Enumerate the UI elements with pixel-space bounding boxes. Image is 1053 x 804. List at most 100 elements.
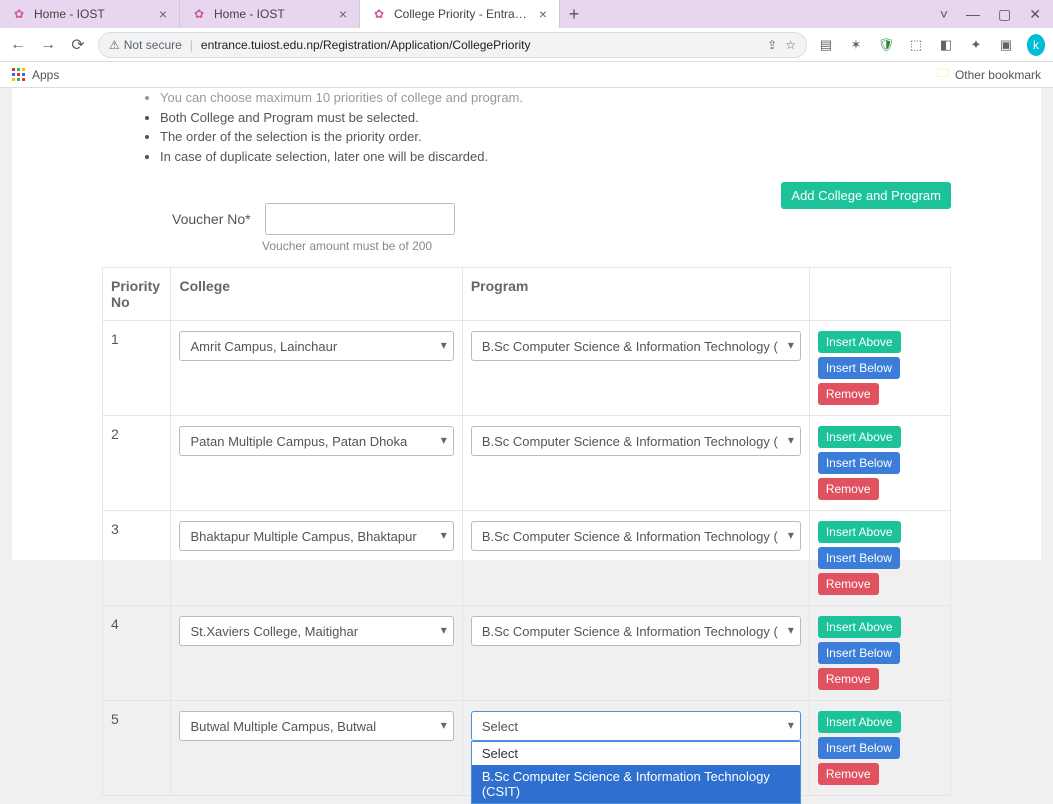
- insert-above-button[interactable]: Insert Above: [818, 426, 901, 448]
- table-row: 1 Amrit Campus, Lainchaur B.Sc Computer Sc…: [103, 321, 951, 416]
- insert-below-button[interactable]: Insert Below: [818, 642, 900, 664]
- program-select[interactable]: Select: [471, 711, 801, 741]
- tab-title: College Priority - Entrance Regis: [394, 7, 531, 21]
- college-cell: Amrit Campus, Lainchaur: [171, 321, 462, 416]
- dropdown-option[interactable]: Select: [472, 742, 800, 765]
- bookmarks-bar: Apps 🗀 Other bookmark: [0, 62, 1053, 88]
- apps-shortcut[interactable]: Apps: [12, 68, 59, 82]
- table-row: 2 Patan Multiple Campus, Patan Dhoka B.Sc …: [103, 416, 951, 511]
- table-row: 5 Butwal Multiple Campus, Butwal SelectSel…: [103, 701, 951, 796]
- insert-below-button[interactable]: Insert Below: [818, 737, 900, 759]
- remove-button[interactable]: Remove: [818, 383, 879, 405]
- college-cell: Butwal Multiple Campus, Butwal: [171, 701, 462, 796]
- priority-cell: 1: [103, 321, 171, 416]
- insert-below-button[interactable]: Insert Below: [818, 547, 900, 569]
- actions-cell: Insert Above Insert Below Remove: [809, 606, 950, 701]
- other-bookmarks[interactable]: 🗀 Other bookmark: [937, 64, 1041, 85]
- dropdown-option[interactable]: B.Sc Computer Science & Information Tech…: [472, 765, 800, 803]
- security-label: Not secure: [124, 38, 182, 52]
- priority-cell: 4: [103, 606, 171, 701]
- program-select[interactable]: B.Sc Computer Science & Information Tech…: [471, 616, 801, 646]
- security-indicator: ⚠ Not secure: [109, 38, 182, 52]
- tab-title: Home - IOST: [214, 7, 331, 21]
- priority-cell: 5: [103, 701, 171, 796]
- tabs-icon[interactable]: ▣: [997, 37, 1015, 53]
- program-select[interactable]: B.Sc Computer Science & Information Tech…: [471, 331, 801, 361]
- remove-button[interactable]: Remove: [818, 573, 879, 595]
- program-dropdown-list[interactable]: SelectB.Sc Computer Science & Informatio…: [471, 741, 801, 804]
- voucher-input[interactable]: [265, 203, 455, 235]
- extension-icon[interactable]: ◧: [937, 37, 955, 53]
- back-button[interactable]: ←: [8, 36, 28, 54]
- insert-above-button[interactable]: Insert Above: [818, 521, 901, 543]
- college-select[interactable]: Patan Multiple Campus, Patan Dhoka: [179, 426, 453, 456]
- college-select[interactable]: Bhaktapur Multiple Campus, Bhaktapur: [179, 521, 453, 551]
- instructions-block: You can choose maximum 10 priorities of …: [12, 88, 1041, 176]
- tab-title: Home - IOST: [34, 7, 151, 21]
- col-program: Program: [462, 268, 809, 321]
- insert-below-button[interactable]: Insert Below: [818, 357, 900, 379]
- col-actions: [809, 268, 950, 321]
- insert-above-button[interactable]: Insert Above: [818, 616, 901, 638]
- close-icon[interactable]: ×: [539, 6, 547, 22]
- folder-icon: 🗀: [937, 64, 949, 85]
- college-select[interactable]: Amrit Campus, Lainchaur: [179, 331, 453, 361]
- actions-cell: Insert Above Insert Below Remove: [809, 416, 950, 511]
- share-icon[interactable]: ⇪: [767, 38, 777, 52]
- maximize-icon[interactable]: ▢: [998, 6, 1011, 23]
- remove-button[interactable]: Remove: [818, 668, 879, 690]
- add-college-program-button[interactable]: Add College and Program: [781, 182, 951, 209]
- browser-tab[interactable]: ✿ Home - IOST ×: [180, 0, 360, 28]
- browser-tab[interactable]: ✿ Home - IOST ×: [0, 0, 180, 28]
- program-select[interactable]: B.Sc Computer Science & Information Tech…: [471, 521, 801, 551]
- caret-down-icon[interactable]: ˅: [940, 6, 948, 22]
- other-bookmarks-label: Other bookmark: [955, 68, 1041, 82]
- instruction-item: You can choose maximum 10 priorities of …: [160, 88, 951, 108]
- priority-cell: 2: [103, 416, 171, 511]
- close-icon[interactable]: ×: [339, 6, 347, 22]
- insert-below-button[interactable]: Insert Below: [818, 452, 900, 474]
- instruction-item: Both College and Program must be selecte…: [160, 108, 951, 128]
- shield-icon[interactable]: 🛡: [877, 37, 895, 53]
- college-select[interactable]: St.Xaviers College, Maitighar: [179, 616, 453, 646]
- apps-icon: [12, 68, 26, 82]
- program-select[interactable]: B.Sc Computer Science & Information Tech…: [471, 426, 801, 456]
- apps-label: Apps: [32, 68, 59, 82]
- browser-tab-active[interactable]: ✿ College Priority - Entrance Regis ×: [360, 0, 560, 28]
- gear-icon: ✿: [12, 7, 26, 21]
- program-cell: B.Sc Computer Science & Information Tech…: [462, 321, 809, 416]
- actions-cell: Insert Above Insert Below Remove: [809, 321, 950, 416]
- star-icon[interactable]: ☆: [785, 38, 796, 52]
- remove-button[interactable]: Remove: [818, 763, 879, 785]
- reload-button[interactable]: ⟳: [68, 35, 88, 55]
- voucher-hint: Voucher amount must be of 200: [12, 239, 1041, 253]
- window-controls: ˅ — ▢ ✕: [928, 0, 1053, 28]
- close-icon[interactable]: ×: [159, 6, 167, 22]
- browser-navbar: ← → ⟳ ⚠ Not secure | entrance.tuiost.edu…: [0, 28, 1053, 62]
- actions-cell: Insert Above Insert Below Remove: [809, 701, 950, 796]
- profile-avatar[interactable]: k: [1027, 34, 1045, 56]
- new-tab-button[interactable]: +: [560, 0, 588, 28]
- puzzle-icon[interactable]: ✦: [967, 37, 985, 53]
- cube-icon[interactable]: ⬚: [907, 37, 925, 53]
- close-window-icon[interactable]: ✕: [1029, 6, 1041, 23]
- remove-button[interactable]: Remove: [818, 478, 879, 500]
- college-select[interactable]: Butwal Multiple Campus, Butwal: [179, 711, 453, 741]
- url-text: entrance.tuiost.edu.np/Registration/Appl…: [201, 38, 759, 52]
- address-bar[interactable]: ⚠ Not secure | entrance.tuiost.edu.np/Re…: [98, 32, 807, 58]
- program-cell: B.Sc Computer Science & Information Tech…: [462, 416, 809, 511]
- priority-cell: 3: [103, 511, 171, 606]
- college-cell: Bhaktapur Multiple Campus, Bhaktapur: [171, 511, 462, 606]
- forward-button[interactable]: →: [38, 36, 58, 54]
- program-cell: SelectSelectB.Sc Computer Science & Info…: [462, 701, 809, 796]
- minimize-icon[interactable]: —: [966, 6, 980, 22]
- col-college: College: [171, 268, 462, 321]
- gear-icon: ✿: [372, 7, 386, 21]
- extension-icon[interactable]: ▤: [817, 37, 835, 53]
- browser-titlebar: ✿ Home - IOST × ✿ Home - IOST × ✿ Colleg…: [0, 0, 1053, 28]
- insert-above-button[interactable]: Insert Above: [818, 711, 901, 733]
- instruction-item: The order of the selection is the priori…: [160, 127, 951, 147]
- insert-above-button[interactable]: Insert Above: [818, 331, 901, 353]
- table-row: 4 St.Xaviers College, Maitighar B.Sc Compu…: [103, 606, 951, 701]
- extension-icon[interactable]: ✶: [847, 37, 865, 53]
